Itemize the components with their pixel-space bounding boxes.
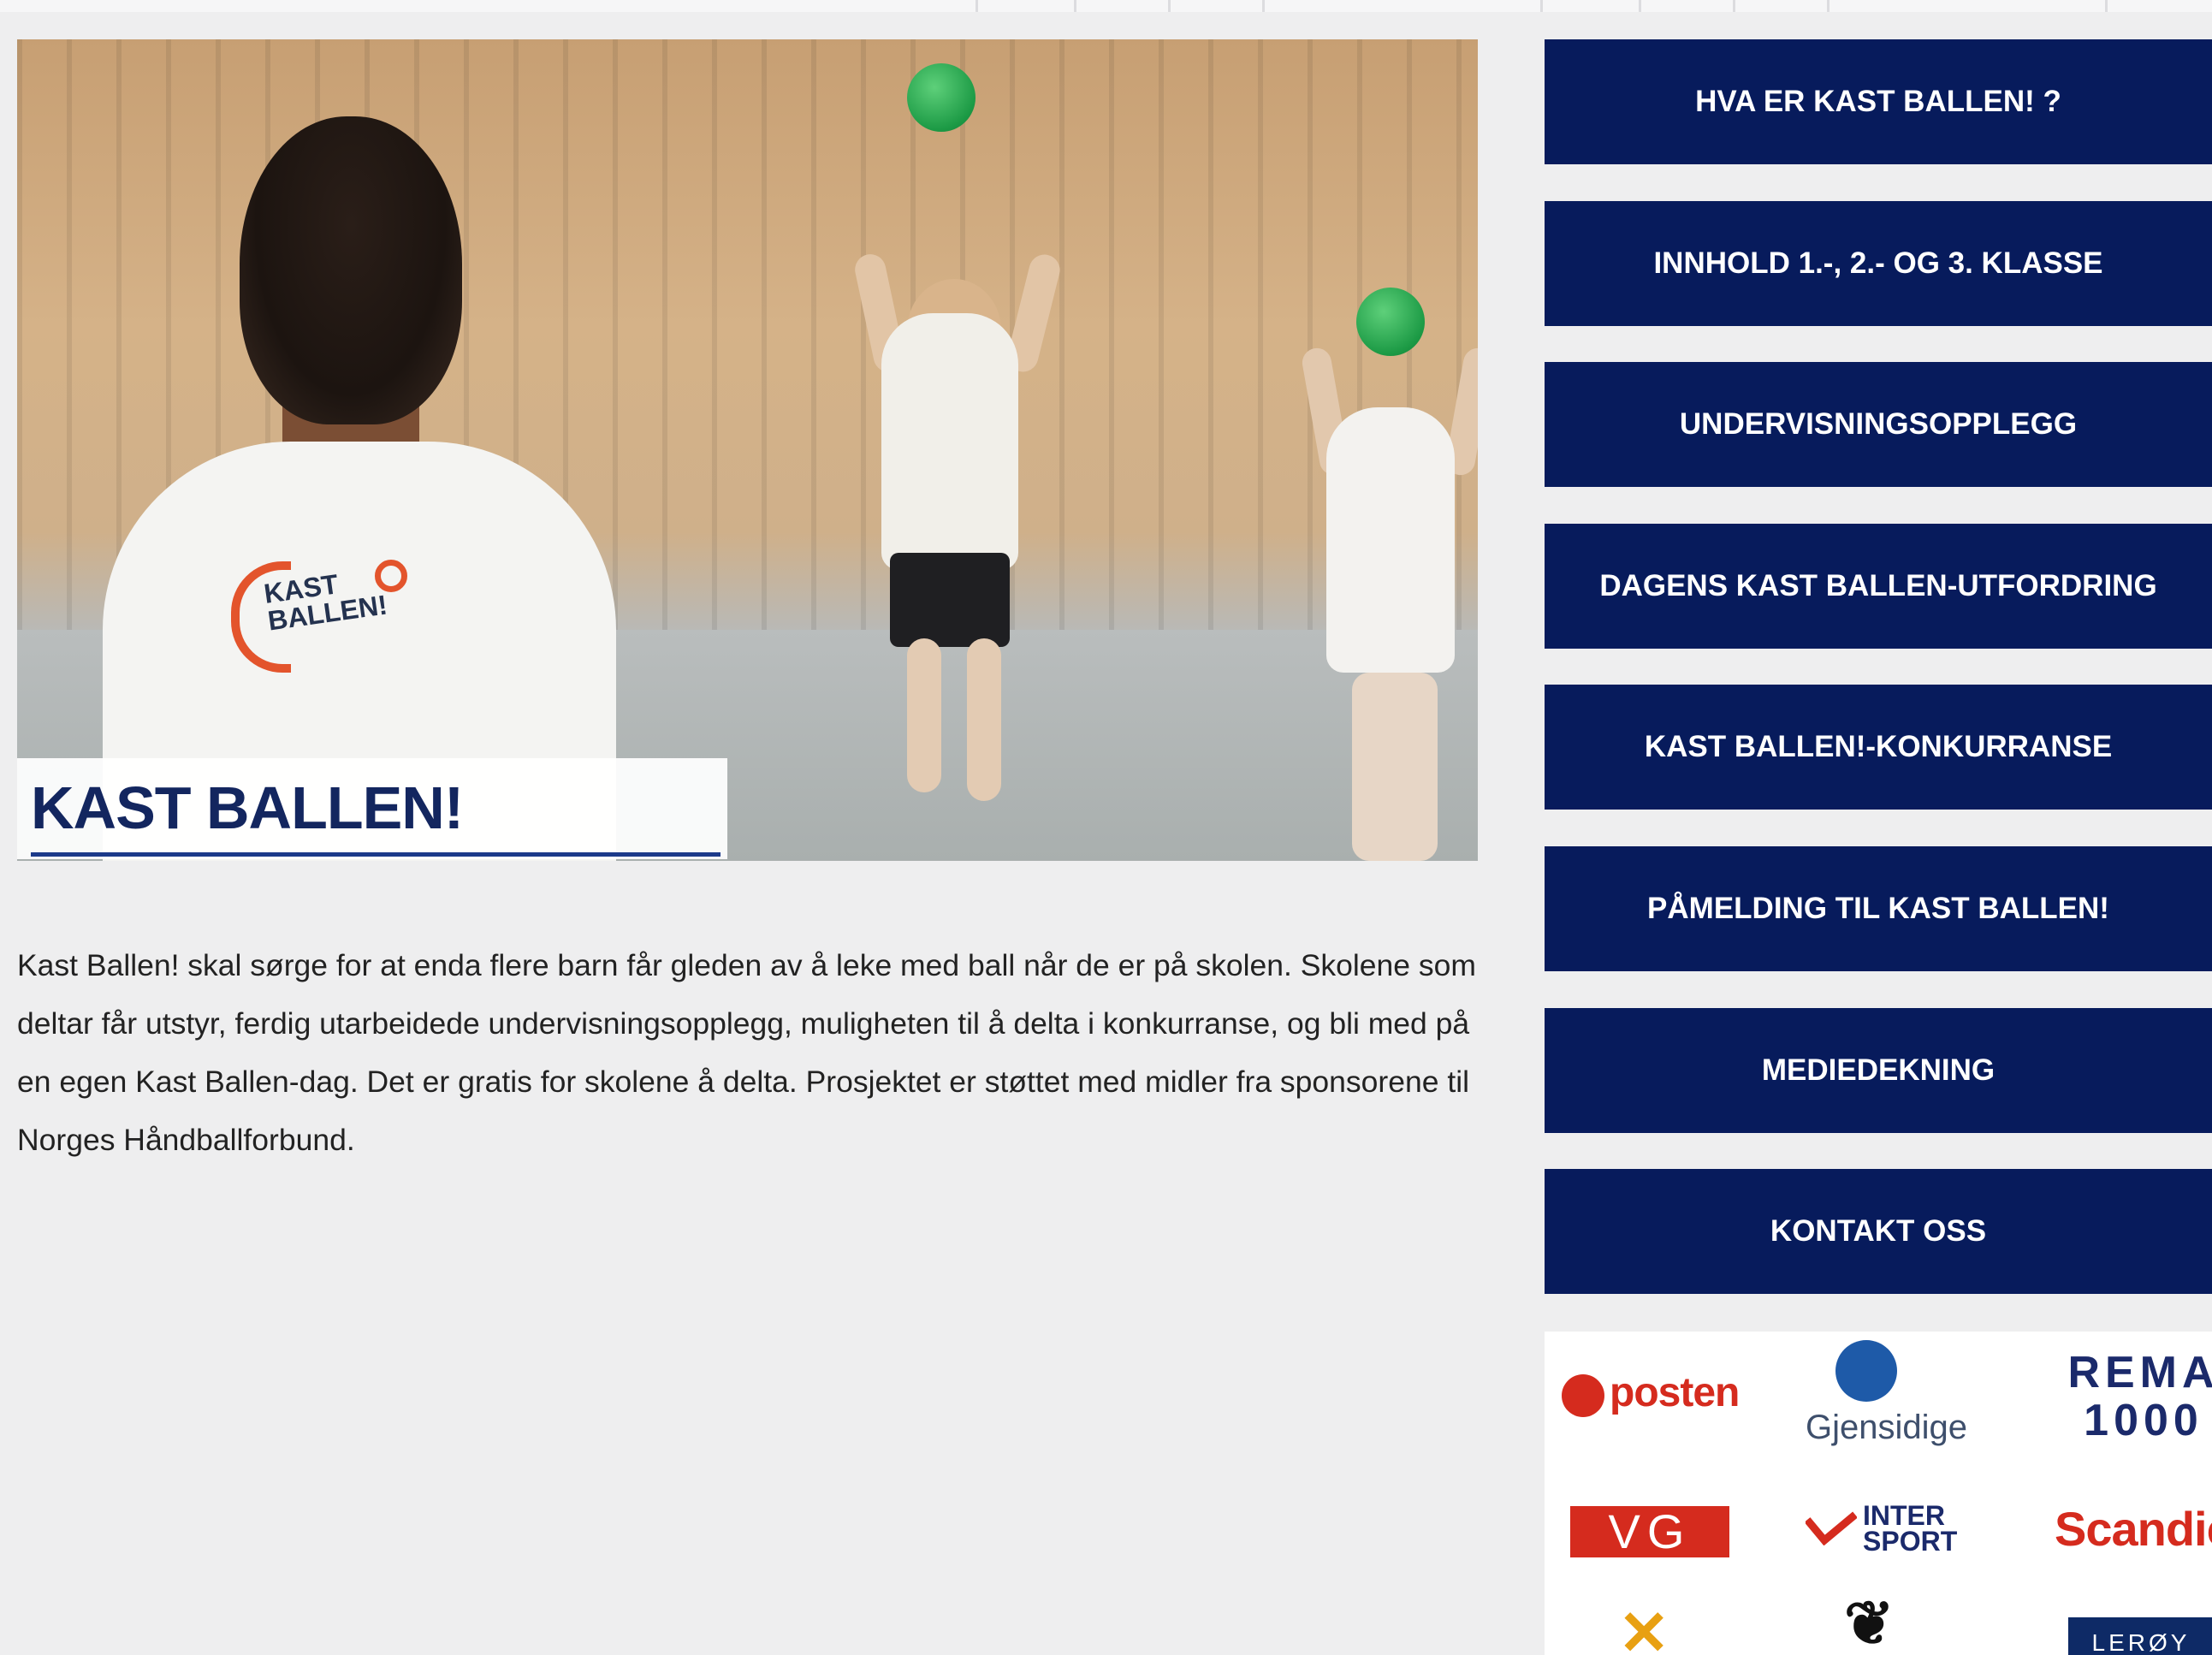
nav-innhold-button[interactable]: INNHOLD 1.-, 2.- OG 3. KLASSE	[1545, 201, 2212, 326]
hummel-logo-icon[interactable]: ❦	[1844, 1588, 1895, 1655]
title-underline	[31, 852, 721, 857]
divider	[1168, 0, 1171, 12]
intersport-logo[interactable]: INTER SPORT	[1863, 1502, 1966, 1555]
nav-mediedekning-button[interactable]: MEDIEDEKNING	[1545, 1008, 2212, 1133]
child-figure	[967, 638, 1001, 801]
child-figure	[1352, 673, 1438, 861]
divider	[1827, 0, 1829, 12]
nav-dagens-utfordring-button[interactable]: DAGENS KAST BALLEN-UTFORDRING	[1545, 524, 2212, 649]
divider	[976, 0, 978, 12]
intersport-logo-icon	[1806, 1511, 1857, 1545]
nav-pamelding-button[interactable]: PÅMELDING TIL KAST BALLEN!	[1545, 846, 2212, 971]
intro-paragraph: Kast Ballen! skal sørge for at enda fler…	[17, 948, 1476, 1157]
child-figure	[890, 553, 1010, 647]
page-title: KAST BALLEN!	[31, 774, 464, 841]
child-figure	[907, 638, 941, 792]
gjensidige-logo-icon	[1835, 1340, 1897, 1402]
divider	[1262, 0, 1265, 12]
shirt-logo: KAST BALLEN!	[231, 553, 436, 673]
divider	[1733, 0, 1735, 12]
divider	[1074, 0, 1076, 12]
leroy-logo[interactable]: LERØY	[2068, 1617, 2212, 1655]
posten-logo-icon	[1562, 1374, 1604, 1417]
scandic-logo[interactable]: Scandic	[2055, 1501, 2212, 1557]
divider	[1540, 0, 1543, 12]
top-edge	[0, 0, 2212, 12]
child-figure	[240, 116, 462, 424]
hero-image: KAST BALLEN!	[17, 39, 1478, 861]
ball-icon	[907, 63, 976, 132]
gjensidige-logo[interactable]: Gjensidige	[1806, 1409, 1967, 1447]
divider	[2105, 0, 2108, 12]
nav-kontakt-oss-button[interactable]: KONTAKT OSS	[1545, 1169, 2212, 1294]
nav-undervisningsopplegg-button[interactable]: UNDERVISNINGSOPPLEGG	[1545, 362, 2212, 487]
rema-logo[interactable]: REMA 1000	[2058, 1349, 2212, 1444]
nav-konkurranse-button[interactable]: KAST BALLEN!-KONKURRANSE	[1545, 685, 2212, 810]
posten-logo[interactable]: posten	[1610, 1369, 1740, 1416]
sponsor-logos: posten Gjensidige REMA 1000 VG INTER SPO…	[1545, 1332, 2212, 1655]
child-figure	[1326, 407, 1455, 673]
divider	[1639, 0, 1641, 12]
child-figure	[881, 313, 1018, 570]
x-sponsor-logo-icon[interactable]: ✕	[1618, 1597, 1669, 1655]
ball-icon	[1356, 288, 1425, 356]
nav-hva-er-kast-ballen-button[interactable]: HVA ER KAST BALLEN! ?	[1545, 39, 2212, 164]
vg-logo[interactable]: VG	[1570, 1506, 1729, 1557]
